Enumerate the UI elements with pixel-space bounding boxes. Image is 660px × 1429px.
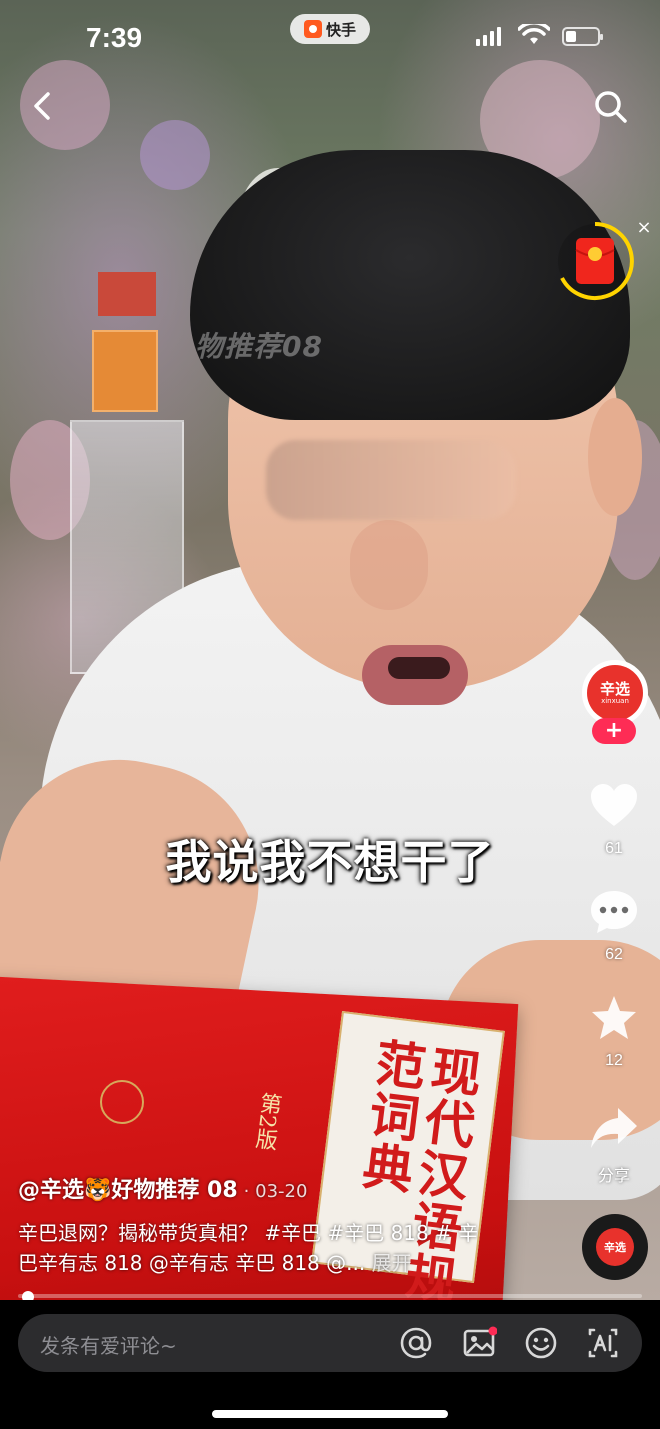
favorite-count: 12	[605, 1052, 623, 1069]
person-mouth-inner	[388, 657, 450, 679]
favorite-button[interactable]: 12	[582, 994, 646, 1070]
like-button[interactable]: 61	[582, 782, 646, 858]
pixelated-eyes	[266, 440, 516, 520]
video-watermark: 物推荐08	[195, 330, 323, 363]
wifi-icon	[518, 24, 550, 44]
image-icon[interactable]	[461, 1325, 497, 1361]
music-disc[interactable]: 辛选	[582, 1214, 648, 1280]
star-icon	[592, 996, 636, 1039]
red-packet-icon[interactable]	[554, 220, 636, 302]
comment-button[interactable]: 62	[582, 888, 646, 964]
like-count: 61	[605, 840, 623, 857]
background-flowers	[140, 120, 210, 190]
comment-bubble-icon	[591, 891, 637, 933]
share-label: 分享	[597, 1168, 630, 1185]
caption-username-text: @辛选🐯好物推荐 08	[18, 1178, 238, 1203]
ai-icon[interactable]	[585, 1325, 621, 1361]
avatar-sub: xinxuan	[601, 697, 629, 705]
app-badge-label: 快手	[325, 20, 356, 39]
creator-avatar-logo: 辛选 xinxuan	[587, 665, 643, 721]
back-arrow-icon[interactable]	[24, 86, 64, 126]
product-box	[92, 330, 158, 412]
share-button[interactable]: 分享	[582, 1104, 646, 1186]
battery-icon	[562, 27, 603, 46]
status-bar: 7:39 快手	[0, 0, 660, 70]
emoji-icon[interactable]	[523, 1325, 559, 1361]
expand-caption-link[interactable]: 展开	[372, 1251, 412, 1275]
app-badge[interactable]: 快手	[290, 14, 370, 44]
person-ear	[588, 398, 642, 516]
comment-placeholder: 发条有爱评论~	[40, 1334, 177, 1358]
comment-count: 62	[605, 946, 623, 963]
product-box	[98, 272, 156, 316]
caption-text[interactable]: 辛巴退网？揭秘带货真相？ #辛巴 #辛巴 818 # 辛巴辛有志 818 @辛有…	[18, 1218, 498, 1278]
book-emblem	[100, 1080, 144, 1124]
follow-button[interactable]: +	[592, 718, 636, 744]
cellular-signal-icon	[476, 26, 502, 46]
video-screen: 现代汉语规范词典 第2版 物推荐08 7:39 快手 × 我说我不想干了 辛选 …	[0, 0, 660, 1429]
search-icon[interactable]	[590, 86, 632, 128]
status-time: 7:39	[86, 22, 143, 53]
video-subtitle: 我说我不想干了	[165, 835, 495, 889]
caption-date: · 03-20	[243, 1181, 308, 1202]
home-indicator[interactable]	[212, 1410, 448, 1418]
red-packet-close-icon[interactable]: ×	[634, 218, 654, 238]
person-nose	[350, 520, 428, 610]
share-arrow-icon	[591, 1108, 637, 1148]
music-disc-label: 辛选	[596, 1228, 634, 1266]
playback-progress-track[interactable]	[18, 1294, 642, 1298]
at-icon[interactable]	[398, 1325, 434, 1361]
avatar-name: 辛选	[599, 680, 630, 698]
kuaishou-logo-icon	[303, 20, 322, 38]
caption-username[interactable]: @辛选🐯好物推荐 08 · 03-20	[18, 1172, 307, 1204]
heart-icon	[591, 784, 637, 826]
video-player[interactable]: 现代汉语规范词典 第2版 物推荐08	[0, 0, 660, 1300]
creator-avatar[interactable]: 辛选 xinxuan	[582, 660, 648, 726]
